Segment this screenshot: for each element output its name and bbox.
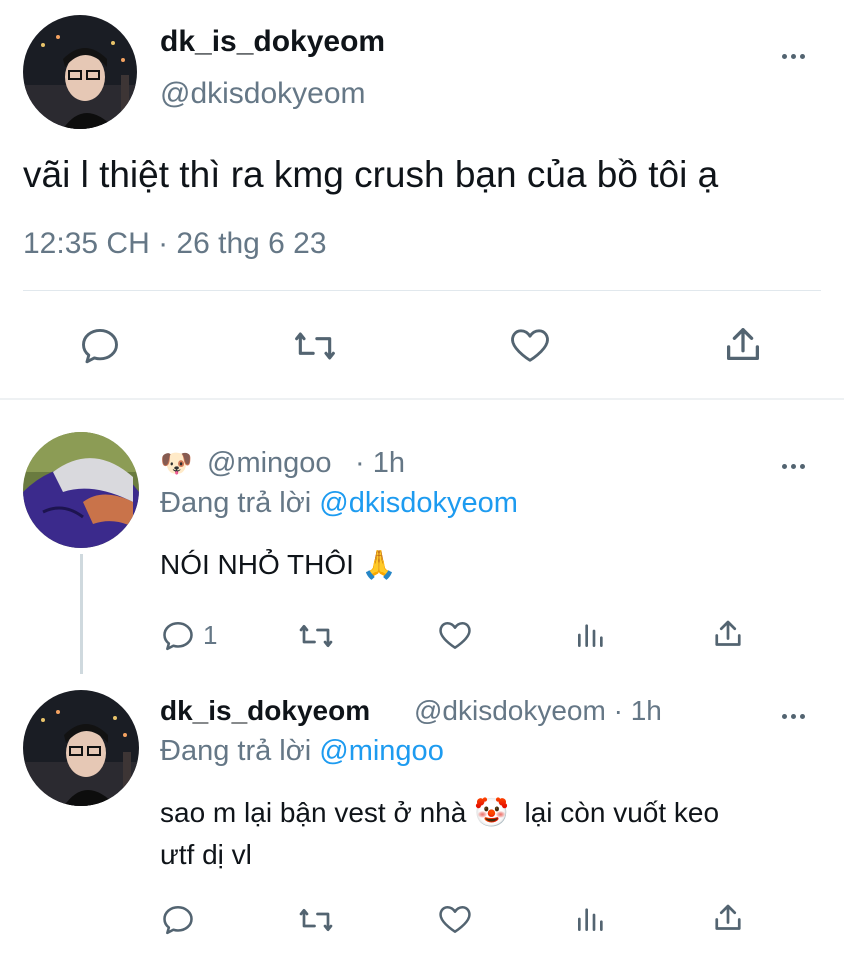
replying-to-link[interactable]: @dkisdokyeom: [319, 487, 518, 519]
display-name[interactable]: dk_is_dokyeom: [160, 24, 385, 60]
reply-icon[interactable]: [78, 324, 122, 368]
reply2-text-line1: sao m lại bận vest ở nhà 🤡 lại còn vuốt …: [160, 797, 720, 828]
like-icon[interactable]: [506, 322, 554, 368]
reply-count: 1: [203, 620, 218, 650]
reply1-emoji: 🐶: [160, 448, 193, 478]
reply2-text-line2: ưtf dị vl: [160, 839, 252, 870]
handle[interactable]: @dkisdokyeom: [160, 76, 366, 112]
divider: [23, 290, 821, 291]
more-icon[interactable]: [782, 46, 814, 59]
share-icon[interactable]: [710, 616, 746, 652]
tweet-text: vãi l thiệt thì ra kmg crush bạn của bồ …: [23, 154, 719, 195]
avatar[interactable]: [23, 690, 139, 806]
retweet-icon[interactable]: [296, 902, 336, 938]
replying-prefix: Đang trả lời: [160, 735, 312, 767]
avatar[interactable]: [23, 432, 139, 548]
thread-line: [80, 554, 83, 674]
replying-to: Đang trả lời @dkisdokyeom: [160, 486, 518, 520]
analytics-icon[interactable]: [574, 902, 606, 936]
analytics-icon[interactable]: [574, 618, 606, 652]
reply-icon[interactable]: [160, 618, 196, 654]
replying-prefix: Đang trả lời: [160, 487, 312, 519]
share-icon[interactable]: [720, 322, 766, 368]
retweet-icon[interactable]: [296, 618, 336, 654]
avatar[interactable]: [23, 15, 137, 129]
replying-to: Đang trả lời @mingoo: [160, 734, 444, 768]
like-icon[interactable]: [436, 900, 474, 938]
reply1-text: NÓI NHỎ THÔI 🙏: [160, 549, 397, 580]
reply-icon[interactable]: [160, 902, 196, 938]
more-icon[interactable]: [782, 706, 814, 719]
reply2-handle-time[interactable]: @dkisdokyeom · 1h: [414, 694, 662, 728]
share-icon[interactable]: [710, 900, 746, 936]
like-icon[interactable]: [436, 616, 474, 654]
section-divider: [0, 398, 844, 400]
tweet-timestamp[interactable]: 12:35 CH · 26 thg 6 23: [23, 226, 327, 262]
more-icon[interactable]: [782, 456, 814, 469]
reply1-time[interactable]: · 1h: [355, 446, 405, 480]
retweet-icon[interactable]: [290, 324, 340, 368]
reply2-display-name[interactable]: dk_is_dokyeom: [160, 694, 370, 728]
reply1-handle[interactable]: @mingoo: [207, 446, 332, 480]
replying-to-link[interactable]: @mingoo: [319, 735, 444, 767]
